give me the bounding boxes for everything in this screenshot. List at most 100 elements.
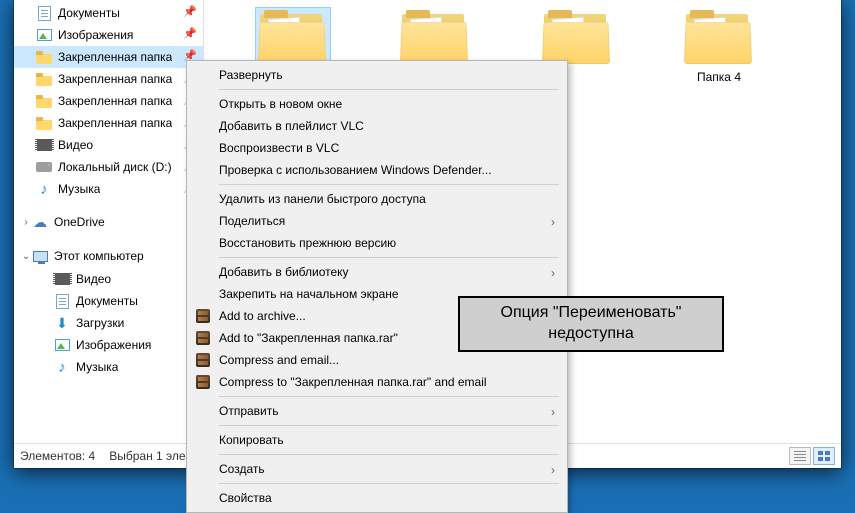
sidebar-pc-item[interactable]: Документы (14, 290, 203, 312)
pin-icon: 📌 (183, 27, 197, 40)
menu-item-label: Проверка с использованием Windows Defend… (219, 163, 492, 177)
menu-separator (219, 425, 559, 426)
context-menu-item[interactable]: Восстановить прежнюю версию (189, 232, 565, 254)
sidebar-item-label: Изображения (58, 28, 133, 42)
folder-item[interactable]: Папка 4 (670, 8, 768, 84)
menu-item-label: Добавить в плейлист VLC (219, 119, 364, 133)
pc-icon (32, 248, 48, 264)
folder-icon (684, 10, 754, 64)
menu-separator (219, 483, 559, 484)
sidebar-quickaccess-item[interactable]: Документы 📌 (14, 2, 203, 24)
annotation-text: Опция "Переименовать" недоступна (460, 303, 722, 345)
sidebar: Документы 📌 Изображения 📌 Закрепленная папка… (14, 0, 204, 443)
sidebar-onedrive[interactable]: ›☁OneDrive (14, 210, 203, 234)
sidebar-quickaccess-item[interactable]: Изображения 📌 (14, 24, 203, 46)
video-icon (54, 271, 70, 287)
submenu-arrow-icon: › (551, 463, 555, 477)
status-items: Элементов: 4 (20, 449, 95, 463)
menu-item-label: Compress to "Закрепленная папка.rar" and… (219, 375, 487, 389)
context-menu-item[interactable]: Проверка с использованием Windows Defend… (189, 159, 565, 181)
view-switch (789, 447, 835, 465)
sidebar-pc-item[interactable]: Видео (14, 268, 203, 290)
menu-separator (219, 257, 559, 258)
view-details-button[interactable] (789, 447, 811, 465)
sidebar-item-label: Локальный диск (D:) (58, 160, 172, 174)
context-menu-item[interactable]: Добавить в библиотеку› (189, 261, 565, 283)
menu-item-label: Add to "Закрепленная папка.rar" (219, 331, 398, 345)
chevron-down-icon: ⌄ (20, 251, 32, 262)
context-menu-item[interactable]: Копировать (189, 429, 565, 451)
menu-separator (219, 184, 559, 185)
menu-separator (219, 454, 559, 455)
rar-icon (195, 352, 211, 368)
sidebar-item-label: Загрузки (76, 316, 124, 330)
folder-icon (36, 93, 52, 109)
pin-icon: 📌 (183, 5, 197, 18)
context-menu-item[interactable]: Свойства (189, 487, 565, 509)
menu-separator (219, 89, 559, 90)
sidebar-quickaccess-item[interactable]: Закрепленная папка📌 (14, 90, 203, 112)
rar-icon (195, 330, 211, 346)
menu-item-label: Свойства (219, 491, 272, 505)
menu-item-label: Закрепить на начальном экране (219, 287, 399, 301)
folder-icon (258, 10, 328, 64)
context-menu-item[interactable]: Удалить из панели быстрого доступа (189, 188, 565, 210)
context-menu-item[interactable]: Воспроизвести в VLC (189, 137, 565, 159)
context-menu-item[interactable]: Открыть в новом окне (189, 93, 565, 115)
sidebar-item-label: Закрепленная папка (58, 50, 172, 64)
sidebar-quickaccess-item[interactable]: Закрепленная папка📌 (14, 68, 203, 90)
disk-icon (36, 159, 52, 175)
menu-item-label: Развернуть (219, 68, 283, 82)
context-menu-item[interactable]: Compress and email... (189, 349, 565, 371)
menu-item-label: Копировать (219, 433, 284, 447)
sidebar-item-label: Закрепленная папка (58, 72, 172, 86)
pictures-icon (54, 337, 70, 353)
menu-item-label: Восстановить прежнюю версию (219, 236, 396, 250)
sidebar-pc-item[interactable]: ⬇Загрузки (14, 312, 203, 334)
view-icons-button[interactable] (813, 447, 835, 465)
sidebar-item-label: Музыка (58, 182, 100, 196)
music-icon: ♪ (54, 359, 70, 375)
context-menu-item[interactable]: Добавить в плейлист VLC (189, 115, 565, 137)
menu-item-label: Воспроизвести в VLC (219, 141, 339, 155)
sidebar-this-pc[interactable]: ⌄Этот компьютер (14, 244, 203, 268)
rar-icon (195, 374, 211, 390)
sidebar-pc-item[interactable]: ♪Музыка (14, 356, 203, 378)
menu-item-label: Compress and email... (219, 353, 339, 367)
sidebar-item-label: Документы (76, 294, 138, 308)
menu-item-label: Поделиться (219, 214, 285, 228)
pictures-icon (36, 27, 52, 43)
context-menu-item[interactable]: Compress to "Закрепленная папка.rar" and… (189, 371, 565, 393)
submenu-arrow-icon: › (551, 405, 555, 419)
folder-icon (36, 115, 52, 131)
documents-icon (36, 5, 52, 21)
sidebar-item-label: Закрепленная папка (58, 116, 172, 130)
folder-icon (400, 10, 470, 64)
context-menu-item[interactable]: Развернуть (189, 64, 565, 86)
menu-item-label: Отправить (219, 404, 279, 418)
context-menu-item[interactable]: Поделиться › (189, 210, 565, 232)
sidebar-quickaccess-item[interactable]: Закрепленная папка📌 (14, 46, 203, 68)
submenu-arrow-icon: › (551, 215, 555, 229)
menu-separator (219, 396, 559, 397)
sidebar-item-label: Видео (58, 138, 93, 152)
music-icon: ♪ (36, 181, 52, 197)
menu-item-label: Удалить из панели быстрого доступа (219, 192, 426, 206)
sidebar-quickaccess-item[interactable]: Закрепленная папка📌 (14, 112, 203, 134)
rar-icon (195, 308, 211, 324)
menu-item-label: Открыть в новом окне (219, 97, 342, 111)
sidebar-quickaccess-item[interactable]: ♪Музыка📌 (14, 178, 203, 200)
sidebar-pc-item[interactable]: Изображения (14, 334, 203, 356)
sidebar-item-label: Изображения (76, 338, 151, 352)
cloud-icon: ☁ (32, 214, 48, 230)
documents-icon (54, 293, 70, 309)
menu-item-label: Создать (219, 462, 265, 476)
folder-icon (36, 71, 52, 87)
sidebar-quickaccess-item[interactable]: Локальный диск (D:)📌 (14, 156, 203, 178)
chevron-right-icon: › (20, 217, 32, 228)
sidebar-item-label: Документы (58, 6, 120, 20)
context-menu-item[interactable]: Создать › (189, 458, 565, 480)
context-menu-item[interactable]: Отправить › (189, 400, 565, 422)
annotation-callout: Опция "Переименовать" недоступна (458, 296, 724, 352)
sidebar-quickaccess-item[interactable]: Видео📌 (14, 134, 203, 156)
